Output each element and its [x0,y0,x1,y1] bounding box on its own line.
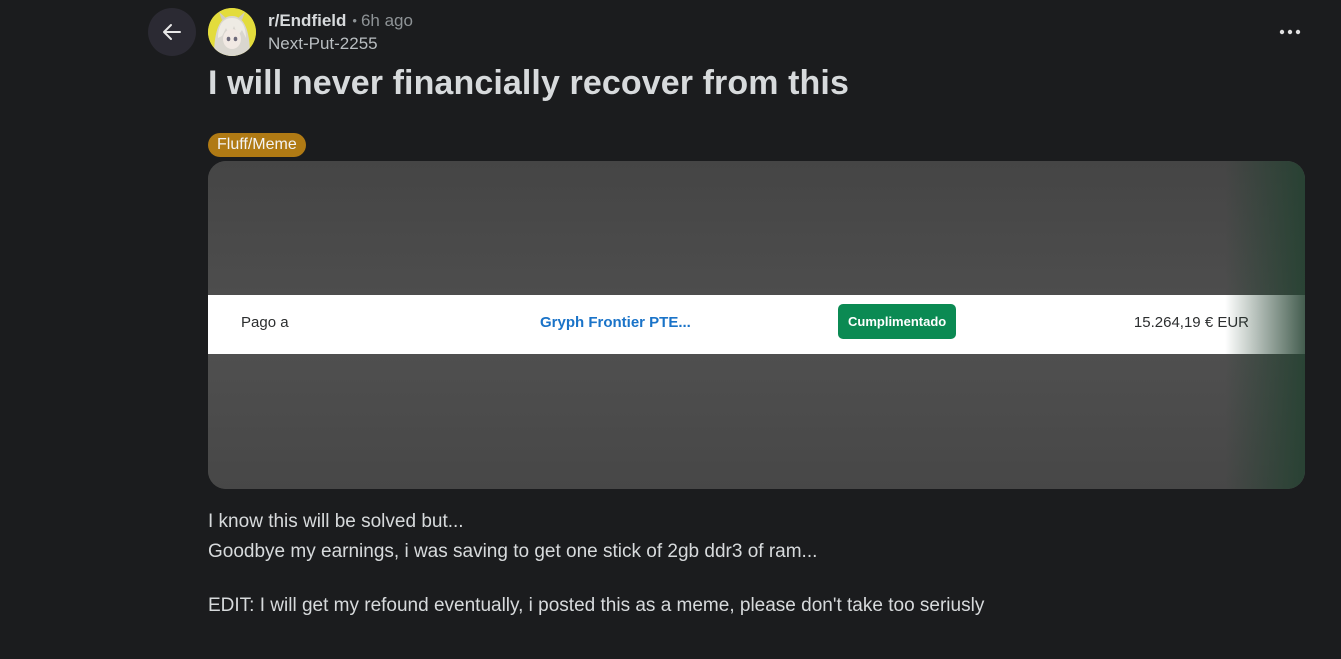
post-meta-row: r/Endfield • 6h ago [268,10,413,32]
blurred-region-bottom [208,354,1305,489]
post-timestamp: 6h ago [360,11,413,30]
payment-label: Pago a [241,314,289,331]
more-horizontal-icon [1279,29,1301,35]
author-link[interactable]: Next-Put-2255 [268,33,413,55]
blurred-region-top [208,161,1305,295]
post-body: I know this will be solved but... Goodby… [208,507,984,621]
payment-receipt-row: Pago a Gryph Frontier PTE... Cumplimenta… [208,295,1305,354]
post-image[interactable]: Pago a Gryph Frontier PTE... Cumplimenta… [208,161,1305,489]
body-line: Goodbye my earnings, i was saving to get… [208,541,818,562]
post-page: r/Endfield • 6h ago Next-Put-2255 I will… [0,0,1341,659]
status-badge: Cumplimentado [838,304,957,339]
separator-dot: • [352,13,357,28]
edit-line: EDIT: I will get my refound eventually, … [208,595,985,616]
merchant-link: Gryph Frontier PTE... [540,314,691,331]
body-line: I know this will be solved but... [208,511,464,532]
more-options-button[interactable] [1275,20,1305,44]
subreddit-link[interactable]: r/Endfield [268,10,346,32]
avatar-image [208,8,256,56]
blurred-edge-glow [1225,161,1305,489]
post-meta: r/Endfield • 6h ago Next-Put-2255 [268,10,413,55]
avatar[interactable] [208,8,256,56]
post-title: I will never financially recover from th… [208,64,849,102]
arrow-left-icon [163,24,181,40]
post-flair[interactable]: Fluff/Meme [208,133,306,157]
back-button[interactable] [148,8,196,56]
